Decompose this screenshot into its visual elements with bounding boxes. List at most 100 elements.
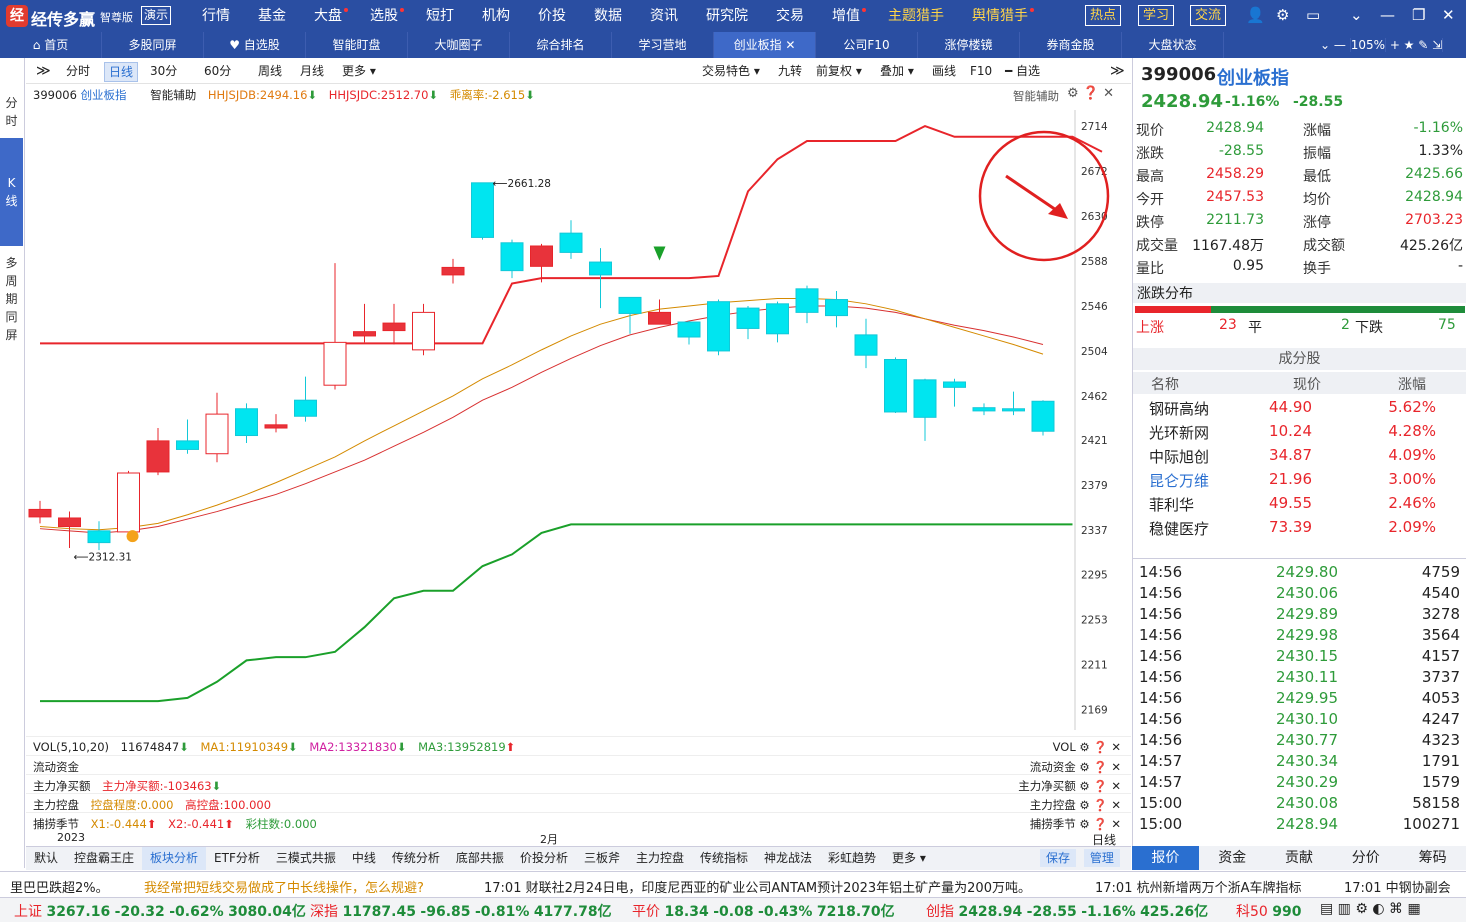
tab-11[interactable]: 大盘状态 [1122, 32, 1224, 58]
tab-5[interactable]: 综合排名 [510, 32, 612, 58]
status-index-2[interactable]: 平价 18.34 -0.08 -0.43% 7218.70亿 [632, 901, 895, 921]
candle-15[interactable] [471, 182, 494, 238]
indicator-tab-7[interactable]: 底部共振 [448, 847, 512, 870]
tab-1[interactable]: 多股同屏 [102, 32, 204, 58]
menu-item-0[interactable]: 行情 [188, 0, 244, 32]
menu-item-4[interactable]: 短打 [412, 0, 468, 32]
tool-right-2[interactable]: 前复权 ▾ [812, 62, 866, 80]
tab-7[interactable]: 创业板指 ✕ [714, 32, 816, 58]
exchange-button[interactable]: 交流 [1190, 5, 1227, 26]
menu-item-3[interactable]: 选股 [356, 0, 412, 32]
tool-right-6[interactable]: ━ 自选 [1001, 62, 1044, 80]
indicator-tab-5[interactable]: 中线 [344, 847, 384, 870]
candle-8[interactable] [264, 424, 288, 429]
period-6[interactable]: 更多 ▾ [338, 62, 380, 80]
tab-0[interactable]: ⌂ 首页 [0, 32, 102, 58]
candle-26[interactable] [795, 288, 819, 313]
indicator-tab-12[interactable]: 神龙战法 [756, 847, 820, 870]
index-name[interactable]: 创业板指 [81, 88, 127, 102]
hot-button[interactable]: 热点 [1085, 5, 1122, 26]
quote-tab-3[interactable]: 分价 [1332, 846, 1399, 870]
indicator-tab-1[interactable]: 控盘霸王庄 [66, 847, 142, 870]
tab-8[interactable]: 公司F10 [816, 32, 918, 58]
tab-nav-icon[interactable]: ⌄ — [1320, 38, 1351, 52]
period-1[interactable]: 日线 [104, 62, 139, 82]
tool-right-4[interactable]: 画线 [928, 62, 960, 80]
chart-gear-icon[interactable]: ⚙ ❓ ✕ [1067, 86, 1114, 101]
kline-chart[interactable]: 2714267226302588254625042462242123792337… [26, 110, 1131, 730]
candle-6[interactable] [205, 413, 229, 455]
quote-tab-0[interactable]: 报价 [1132, 846, 1199, 870]
minimize-icon[interactable]: — [1380, 6, 1395, 24]
period-2[interactable]: 30分 [146, 62, 181, 80]
indicator-tab-0[interactable]: 默认 [26, 847, 66, 870]
period-5[interactable]: 月线 [296, 62, 328, 80]
side-timeshare[interactable]: 分时 [0, 94, 23, 130]
status-index-4[interactable]: 科50 990 [1236, 901, 1302, 921]
candle-32[interactable] [972, 407, 996, 412]
tab-6[interactable]: 学习营地 [612, 32, 714, 58]
candle-1[interactable] [58, 517, 81, 528]
menu-item-9[interactable]: 研究院 [692, 0, 762, 32]
candle-16[interactable] [500, 242, 524, 272]
candle-25[interactable] [766, 303, 789, 335]
candle-5[interactable] [176, 440, 199, 450]
menu-item-1[interactable]: 基金 [244, 0, 300, 32]
quote-tab-2[interactable]: 贡献 [1266, 846, 1333, 870]
candle-0[interactable] [28, 508, 52, 518]
candle-33[interactable] [1002, 408, 1025, 412]
tab-9[interactable]: 涨停楼镜 [918, 32, 1020, 58]
candle-27[interactable] [825, 299, 848, 317]
restore-icon[interactable]: ❐ [1412, 6, 1425, 24]
window-icon[interactable]: ▭ [1306, 6, 1320, 24]
news-2[interactable]: 17:01 财联社2月24日电，印度尼西亚的矿业公司ANTAM预计2023年铝土… [484, 877, 1031, 896]
study-button[interactable]: 学习 [1138, 5, 1175, 26]
smart-assist[interactable]: 智能辅助 [150, 88, 196, 102]
candle-2[interactable] [87, 530, 111, 544]
cons-name-5[interactable]: 稳健医疗 [1149, 518, 1209, 539]
cons-name-3[interactable]: 昆仑万维 [1149, 470, 1209, 491]
candle-13[interactable] [412, 311, 435, 351]
candle-4[interactable] [146, 440, 170, 473]
menu-item-8[interactable]: 资讯 [636, 0, 692, 32]
tab-4[interactable]: 大咖圈子 [408, 32, 510, 58]
status-index-3[interactable]: 创指 2428.94 -28.55 -1.16% 425.26亿 [926, 901, 1208, 921]
tab-10[interactable]: 券商金股 [1020, 32, 1122, 58]
smart-assist-right[interactable]: 智能辅助 [1013, 88, 1059, 104]
indicator-tab-10[interactable]: 主力控盘 [628, 847, 692, 870]
candle-22[interactable] [677, 321, 701, 338]
candle-23[interactable] [707, 301, 730, 352]
sell-signal-icon[interactable] [653, 246, 666, 261]
tab-3[interactable]: 智能盯盘 [306, 32, 408, 58]
candle-30[interactable] [913, 379, 937, 418]
cons-name-4[interactable]: 菲利华 [1149, 494, 1194, 515]
quote-tab-4[interactable]: 筹码 [1399, 846, 1466, 870]
menu-item-10[interactable]: 交易 [762, 0, 818, 32]
indicator-tab-2[interactable]: 板块分析 [142, 847, 207, 870]
indicator-tab-6[interactable]: 传统分析 [384, 847, 448, 870]
zoom-plus-icon[interactable]: + ★ ✎ ⇲ [1386, 38, 1444, 52]
expand-icon[interactable]: ≫ [1106, 62, 1129, 80]
menu-item-2[interactable]: 大盘 [300, 0, 356, 32]
demo-badge[interactable]: 演示 [141, 6, 172, 25]
save-button[interactable]: 保存 [1040, 849, 1077, 867]
candle-9[interactable] [294, 399, 317, 417]
quote-tab-1[interactable]: 资金 [1199, 846, 1266, 870]
tool-right-3[interactable]: 叠加 ▾ [876, 62, 918, 80]
candle-11[interactable] [353, 331, 376, 337]
candle-19[interactable] [589, 261, 612, 276]
menu-item-13[interactable]: 舆情猎手 [958, 0, 1042, 32]
candle-10[interactable] [323, 341, 347, 386]
indicator-tab-8[interactable]: 价投分析 [512, 847, 576, 870]
settings-icon[interactable]: ⚙ [1276, 6, 1289, 24]
side-kline[interactable]: K线 [0, 138, 23, 246]
tool-right-1[interactable]: 九转 [774, 62, 806, 80]
candle-24[interactable] [736, 307, 760, 329]
candle-3[interactable] [117, 472, 140, 533]
candle-18[interactable] [559, 232, 583, 253]
menu-item-11[interactable]: 增值 [818, 0, 874, 32]
tool-right-5[interactable]: F10 [966, 62, 996, 80]
indicator-tab-3[interactable]: ETF分析 [206, 847, 268, 870]
period-4[interactable]: 周线 [254, 62, 286, 80]
news-0[interactable]: 里巴巴跌超2%。 [10, 877, 109, 896]
